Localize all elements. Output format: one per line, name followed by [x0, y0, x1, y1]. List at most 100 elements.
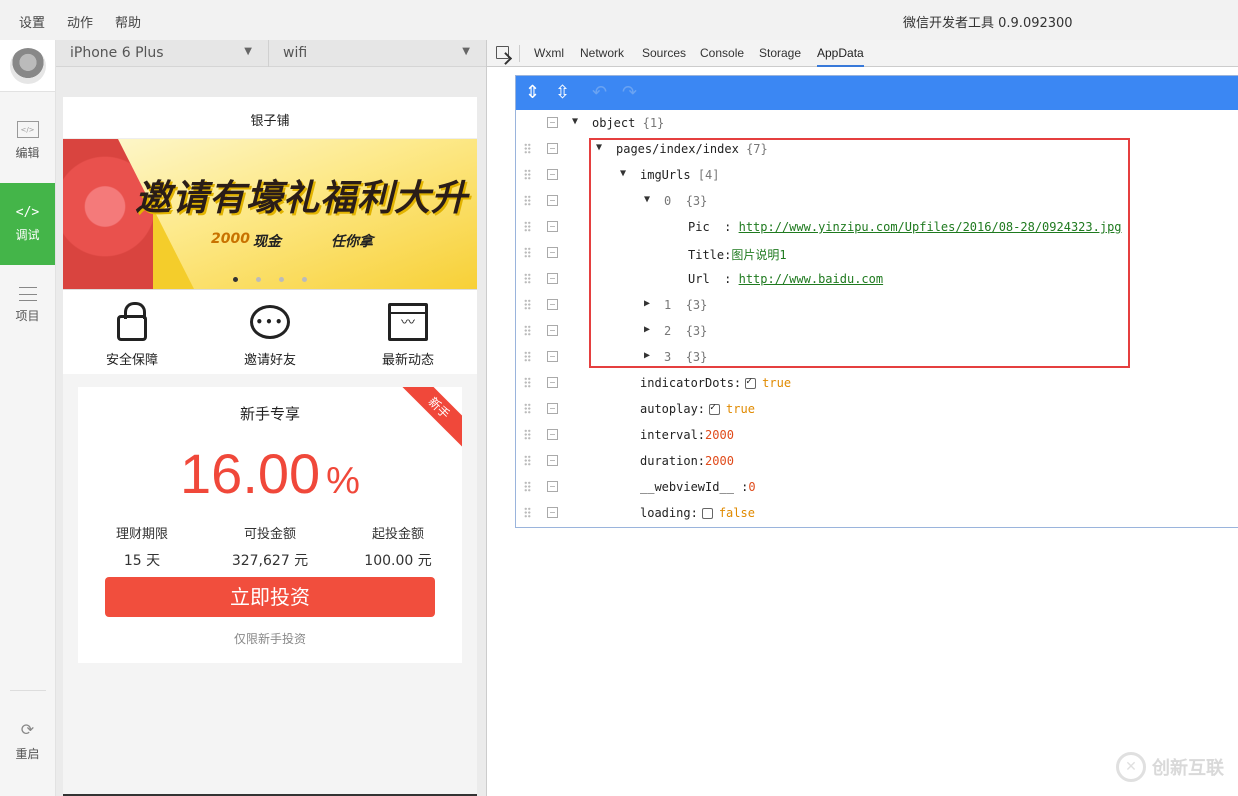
indicator-dot[interactable]	[279, 277, 284, 282]
drag-handle-icon[interactable]	[524, 507, 531, 518]
boolean-checkbox[interactable]	[701, 508, 713, 519]
device-select[interactable]: iPhone 6 Plus ▼	[56, 40, 268, 67]
drag-handle-icon[interactable]	[524, 143, 531, 154]
row-select-box[interactable]	[547, 325, 558, 336]
appdata-toolbar: ⇕ ⇳ ↶ ↷	[516, 76, 1238, 110]
feature-row: 安全保障 ••• 邀请好友 〰 最新动态	[63, 289, 477, 374]
row-select-box[interactable]	[547, 299, 558, 310]
tree-row-loading[interactable]: loading: false	[516, 500, 1238, 526]
sidebar-item-restart[interactable]: ⟳ 重启	[0, 700, 55, 782]
row-select-box[interactable]	[547, 403, 558, 414]
stat-term: 理财期限 15 天	[78, 523, 206, 570]
tree-row-root[interactable]: ▼ object {1}	[516, 110, 1238, 136]
indicator-dot[interactable]	[302, 277, 307, 282]
row-select-box[interactable]	[547, 377, 558, 388]
tab-console[interactable]: Console	[700, 46, 744, 60]
simulator-toolbar: iPhone 6 Plus ▼ wifi ▼	[56, 40, 486, 67]
sidebar-item-debug[interactable]: </> 调试	[0, 183, 55, 265]
restart-icon: ⟳	[20, 720, 35, 739]
menu-settings[interactable]: 设置	[19, 12, 45, 31]
row-select-box[interactable]	[547, 143, 558, 154]
drag-handle-icon[interactable]	[524, 481, 531, 492]
sidebar-item-edit[interactable]: </> 编辑	[0, 100, 55, 182]
sidebar-item-project[interactable]: 项目	[0, 264, 55, 346]
avatar[interactable]	[0, 40, 55, 92]
row-select-box[interactable]	[547, 481, 558, 492]
redo-icon[interactable]: ↷	[622, 82, 637, 103]
tree-row-duration[interactable]: duration:2000	[516, 448, 1238, 474]
tab-network[interactable]: Network	[580, 46, 624, 60]
row-select-box[interactable]	[547, 455, 558, 466]
drag-handle-icon[interactable]	[524, 403, 531, 414]
menu-help[interactable]: 帮助	[115, 12, 141, 31]
row-select-box[interactable]	[547, 221, 558, 232]
boolean-checkbox[interactable]	[709, 402, 721, 415]
expand-all-icon[interactable]: ⇕	[525, 82, 540, 103]
row-select-box[interactable]	[547, 247, 558, 258]
drag-handle-icon[interactable]	[524, 221, 531, 232]
drag-handle-icon[interactable]	[524, 169, 531, 180]
expanded-triangle-icon[interactable]: ▼	[572, 116, 578, 127]
phone-screen: 银子铺 邀请有壕礼福利大升 2000 现金 任你拿 安全保障 ••• 邀请好友 …	[63, 97, 477, 796]
collapse-all-icon[interactable]: ⇳	[555, 82, 570, 103]
tree-key: object	[592, 116, 636, 130]
drag-handle-icon[interactable]	[524, 273, 531, 284]
row-select-box[interactable]	[547, 117, 558, 128]
row-select-box[interactable]	[547, 169, 558, 180]
tree-row-interval[interactable]: interval:2000	[516, 422, 1238, 448]
sidebar: </> 编辑 </> 调试 项目 ⟳ 重启	[0, 40, 56, 796]
inspect-element-icon[interactable]	[496, 46, 509, 59]
feature-label: 最新动态	[381, 353, 434, 368]
boolean-checkbox[interactable]	[745, 376, 757, 389]
feature-invite[interactable]: ••• 邀请好友	[201, 300, 339, 368]
lock-icon	[117, 302, 147, 341]
tab-sources[interactable]: Sources	[642, 46, 686, 60]
sidebar-divider	[10, 690, 46, 691]
indicator-dot[interactable]	[256, 277, 261, 282]
invest-button[interactable]: 立即投资	[105, 577, 435, 617]
row-select-box[interactable]	[547, 195, 558, 206]
banner-cash-unit: 现金	[253, 234, 281, 250]
row-select-box[interactable]	[547, 429, 558, 440]
watermark-text: 创新互联	[1152, 758, 1224, 779]
drag-handle-icon[interactable]	[524, 351, 531, 362]
network-select[interactable]: wifi ▼	[269, 40, 486, 67]
tree-count: {1}	[642, 116, 665, 130]
tree-value-number[interactable]: 2000	[705, 454, 734, 468]
tree-row-autoplay[interactable]: autoplay:true	[516, 396, 1238, 422]
tree-row-indicatordots[interactable]: indicatorDots:true	[516, 370, 1238, 396]
tab-wxml[interactable]: Wxml	[534, 46, 564, 60]
code-brackets-icon: </>	[15, 205, 40, 220]
tree-value-number[interactable]: 0	[748, 480, 755, 494]
drag-handle-icon[interactable]	[524, 299, 531, 310]
undo-icon[interactable]: ↶	[592, 82, 607, 103]
toolbar-divider	[519, 45, 520, 62]
device-select-value: iPhone 6 Plus	[70, 45, 164, 61]
menu-actions[interactable]: 动作	[67, 12, 93, 31]
feature-news[interactable]: 〰 最新动态	[339, 300, 477, 368]
drag-handle-icon[interactable]	[524, 195, 531, 206]
stat-label: 可投金额	[243, 527, 296, 542]
rate-value: 16.00	[180, 442, 321, 505]
sidebar-item-label: 编辑	[15, 146, 40, 160]
drag-handle-icon[interactable]	[524, 247, 531, 258]
drag-handle-icon[interactable]	[524, 429, 531, 440]
tree-value-boolean: true	[762, 376, 792, 390]
drag-handle-icon[interactable]	[524, 325, 531, 336]
stat-label: 理财期限	[115, 527, 168, 542]
row-select-box[interactable]	[547, 351, 558, 362]
tree-row-webviewid[interactable]: __webviewId__ :0	[516, 474, 1238, 500]
feature-security[interactable]: 安全保障	[63, 300, 201, 368]
stat-label: 起投金额	[371, 527, 424, 542]
drag-handle-icon[interactable]	[524, 455, 531, 466]
tab-appdata[interactable]: AppData	[817, 46, 864, 67]
row-select-box[interactable]	[547, 273, 558, 284]
indicator-dot[interactable]	[233, 277, 238, 282]
tab-storage[interactable]: Storage	[759, 46, 801, 60]
banner-swiper[interactable]: 邀请有壕礼福利大升 2000 现金 任你拿	[63, 139, 477, 289]
tree-value-number[interactable]: 2000	[705, 428, 734, 442]
row-select-box[interactable]	[547, 507, 558, 518]
drag-handle-icon[interactable]	[524, 377, 531, 388]
rate-unit: %	[326, 460, 360, 502]
page-title: 银子铺	[63, 97, 477, 139]
